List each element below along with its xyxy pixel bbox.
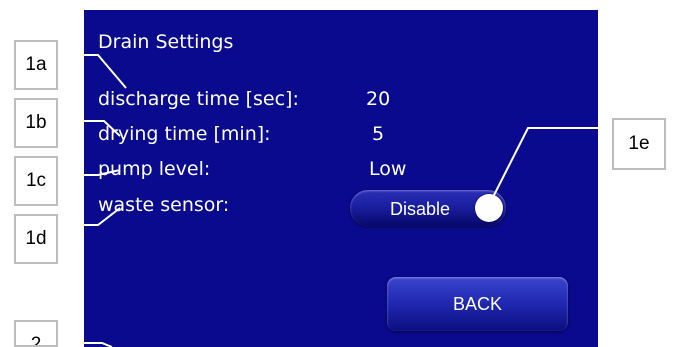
drying-time-value[interactable]: 5 (372, 125, 384, 144)
callout-1b: 1b (14, 98, 58, 148)
callout-1e: 1e (612, 118, 666, 170)
discharge-time-value[interactable]: 20 (366, 90, 390, 109)
pump-level-label: pump level: (98, 158, 211, 180)
waste-sensor-label: waste sensor: (98, 194, 230, 216)
waste-sensor-toggle-label: Disable (390, 199, 451, 219)
page-title: Drain Settings (98, 31, 234, 53)
callout-1d: 1d (14, 214, 58, 264)
drying-time-label: drying time [min]: (98, 123, 271, 145)
discharge-time-label: discharge time [sec]: (98, 88, 299, 110)
back-button[interactable]: BACK (387, 277, 568, 331)
toggle-knob[interactable] (475, 194, 503, 222)
pump-level-value[interactable]: Low (369, 160, 406, 179)
waste-sensor-toggle[interactable]: Disable (350, 190, 506, 226)
callout-1c: 1c (14, 156, 58, 206)
callout-2: 2 (14, 320, 58, 347)
callout-1a: 1a (14, 40, 58, 90)
